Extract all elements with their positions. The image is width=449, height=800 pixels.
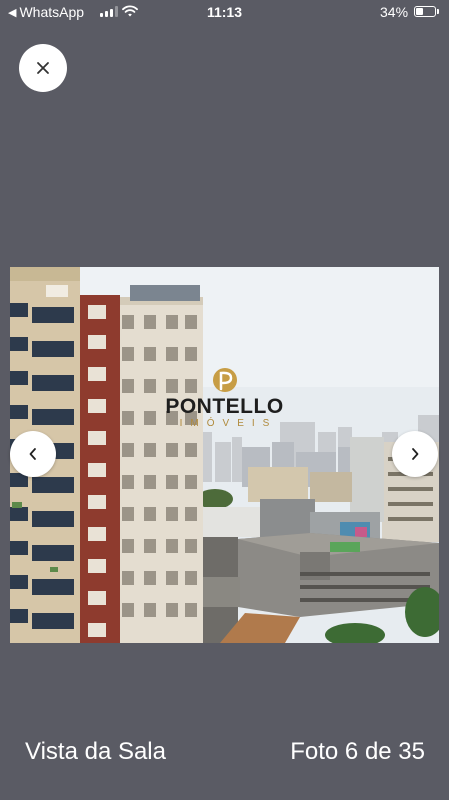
next-photo-button[interactable] [392, 431, 438, 477]
photo-caption: Vista da Sala [25, 738, 166, 765]
previous-photo-button[interactable] [10, 431, 56, 477]
close-button[interactable] [19, 44, 67, 92]
photo-image [10, 267, 439, 643]
close-icon [37, 62, 49, 74]
chevron-left-icon [29, 448, 36, 460]
battery-percent: 34% [380, 4, 409, 20]
battery-level [416, 8, 423, 15]
battery-tip [437, 9, 439, 14]
battery-icon [414, 6, 436, 17]
status-bar: ◀ WhatsApp 11:13 34% [0, 0, 449, 24]
photo-counter: Foto 6 de 35 [290, 738, 425, 765]
chevron-right-icon [412, 448, 419, 460]
property-photo[interactable]: PONTELLO IMÓVEIS [10, 267, 439, 643]
